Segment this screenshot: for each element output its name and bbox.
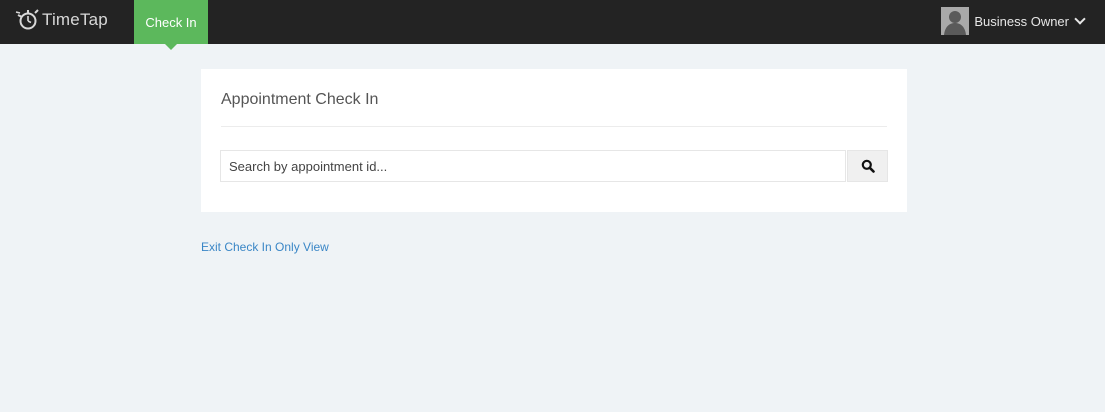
tab-check-in[interactable]: Check In [134, 0, 208, 50]
search-icon [861, 159, 875, 173]
check-in-card: Appointment Check In [201, 69, 907, 212]
exit-check-in-link[interactable]: Exit Check In Only View [201, 240, 329, 254]
user-menu[interactable]: Business Owner [941, 5, 1086, 37]
timetap-clock-icon [15, 9, 39, 30]
user-name: Business Owner [974, 13, 1069, 29]
chevron-down-icon [1074, 13, 1086, 25]
appointment-search-input[interactable] [220, 150, 846, 182]
user-avatar [941, 7, 970, 35]
card-title: Appointment Check In [221, 91, 379, 108]
active-tab-caret [165, 44, 177, 50]
card-divider [221, 126, 887, 127]
brand-name: TimeTap [42, 10, 108, 29]
search-button[interactable] [847, 150, 888, 182]
top-navbar: TimeTap Check In Business Owner [0, 0, 1105, 50]
brand-logo[interactable]: TimeTap [14, 6, 108, 34]
tab-check-in-label: Check In [145, 14, 197, 30]
